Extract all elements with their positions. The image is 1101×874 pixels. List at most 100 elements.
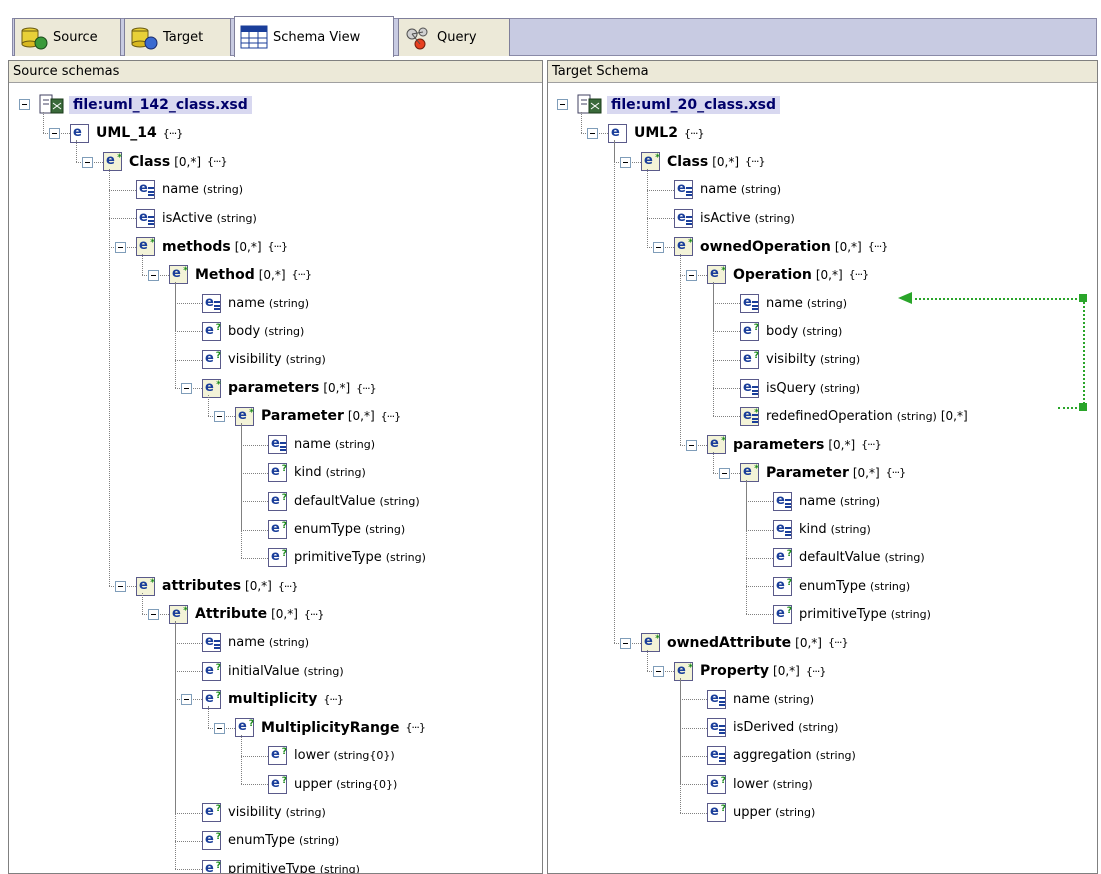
collapse-toggle-icon[interactable]	[181, 383, 192, 394]
tree-node[interactable]: e? body (string)	[740, 318, 842, 344]
collapse-toggle-icon[interactable]	[115, 581, 126, 593]
tab-source[interactable]: Source	[14, 18, 121, 56]
tree-node[interactable]: e * methods [0,*] {···}	[136, 234, 288, 260]
tree-node[interactable]: e * Class [0,*] {···}	[641, 149, 765, 175]
tree-node[interactable]: e kind (string)	[773, 517, 871, 543]
tree-node[interactable]: e? visibility (string)	[202, 800, 326, 826]
tree-node[interactable]: e isActive (string)	[136, 205, 257, 231]
optional-element-icon: e?	[268, 520, 287, 539]
optional-element-icon: e?	[268, 774, 287, 794]
node-name: Property	[700, 663, 770, 679]
tree-node[interactable]: e? defaultValue (string)	[268, 488, 420, 514]
schema-file-root[interactable]: file:uml_20_class.xsd	[575, 92, 781, 118]
mapping-link-top	[915, 298, 1085, 300]
collapse-toggle-icon[interactable]	[557, 99, 568, 110]
repeating-element-icon: e *	[641, 152, 660, 172]
tree-node[interactable]: e * Class [0,*] {···}	[103, 149, 227, 175]
collapse-toggle-icon[interactable]	[181, 694, 192, 706]
collapse-toggle-icon[interactable]	[620, 637, 631, 649]
tree-node[interactable]: e isActive (string)	[674, 205, 795, 231]
collapse-toggle-icon[interactable]	[148, 269, 159, 281]
collapse-toggle-icon[interactable]	[587, 128, 598, 140]
tree-node[interactable]: e name (string)	[268, 432, 375, 458]
tree-node[interactable]: e? lower (string)	[707, 771, 813, 797]
collapse-toggle-icon[interactable]	[719, 467, 730, 479]
tree-node[interactable]: e * Method [0,*] {···}	[169, 262, 312, 288]
tree-node[interactable]: e * Property [0,*] {···}	[674, 658, 826, 684]
tree-node[interactable]: e? multiplicity {···}	[202, 686, 344, 712]
repeating-element-icon: e *	[103, 152, 122, 172]
tree-connector	[175, 303, 202, 305]
tree-node[interactable]: e * attributes [0,*] {···}	[136, 573, 298, 599]
collapse-toggle-icon[interactable]	[653, 241, 664, 253]
collapse-toggle-icon[interactable]	[82, 156, 93, 168]
tree-node[interactable]: e UML_14 {···}	[70, 120, 183, 146]
tree-node[interactable]: e * Operation [0,*] {···}	[707, 262, 869, 288]
tab-target[interactable]: Target	[124, 18, 231, 56]
tree-node[interactable]: e * parameters [0,*] {···}	[707, 432, 882, 458]
tree-node[interactable]: e * Attribute [0,*] {···}	[169, 601, 324, 627]
tree-node[interactable]: e? primitiveType (string)	[268, 545, 426, 571]
tree-node[interactable]: e * parameters [0,*] {···}	[202, 375, 377, 401]
tree-node[interactable]: e UML2 {···}	[608, 120, 704, 146]
tree-node[interactable]: e? body (string)	[202, 318, 304, 344]
tree-node[interactable]: e isDerived (string)	[707, 715, 838, 741]
tree-node[interactable]: e * redefinedOperation (string) [0,*]	[740, 403, 968, 429]
tree-node[interactable]: e name (string)	[202, 630, 309, 656]
tree-node[interactable]: e? MultiplicityRange {···}	[235, 715, 426, 741]
collapse-toggle-icon[interactable]	[148, 609, 159, 621]
tree-node[interactable]: e? enumType (string)	[202, 828, 339, 854]
tree-node[interactable]: e? kind (string)	[268, 460, 366, 486]
optional-marker-icon: ?	[215, 860, 221, 871]
tree-node[interactable]: e name (string)	[740, 290, 847, 316]
simple-type-marker	[148, 187, 154, 197]
repeating-element-icon: e *	[202, 378, 221, 398]
tab-schema-view[interactable]: Schema View	[234, 16, 394, 57]
collapse-toggle-icon[interactable]	[214, 722, 225, 734]
tree-node[interactable]: e? primitiveType (string)	[202, 856, 360, 873]
tree-node[interactable]: e name (string)	[136, 177, 243, 203]
tree-node[interactable]: e name (string)	[707, 686, 814, 712]
tab-query[interactable]: Query	[398, 18, 510, 56]
tree-node[interactable]: e? upper (string{0})	[268, 771, 397, 797]
collapse-toggle-icon[interactable]	[620, 156, 631, 168]
mapping-link-vertical	[1083, 298, 1085, 408]
sequence-icon: {···}	[291, 268, 312, 282]
tree-node[interactable]: e aggregation (string)	[707, 743, 856, 769]
collapse-toggle-icon[interactable]	[49, 128, 60, 140]
collapse-toggle-icon[interactable]	[686, 439, 697, 451]
tree-node[interactable]: e * Parameter [0,*] {···}	[235, 403, 401, 429]
tree-connector	[647, 168, 648, 247]
optional-marker-icon: ?	[281, 549, 287, 560]
tree-node[interactable]: e? visibility (string)	[202, 347, 326, 373]
tree-node[interactable]: e? primitiveType (string)	[773, 601, 931, 627]
tree-node[interactable]: e? visibilty (string)	[740, 347, 860, 373]
node-type: (string)	[802, 324, 843, 338]
tree-node[interactable]: e * Parameter [0,*] {···}	[740, 460, 906, 486]
node-name: name	[733, 691, 770, 707]
link-handle-top[interactable]	[1079, 294, 1087, 302]
tree-node[interactable]: e * ownedAttribute [0,*] {···}	[641, 630, 848, 656]
schema-file-root[interactable]: file:uml_142_class.xsd	[37, 92, 252, 118]
link-handle-bottom[interactable]	[1079, 403, 1087, 411]
tree-node[interactable]: e name (string)	[773, 488, 880, 514]
tree-node[interactable]: e name (string)	[674, 177, 781, 203]
collapse-toggle-icon[interactable]	[115, 241, 126, 253]
tree-node[interactable]: e? enumType (string)	[773, 573, 910, 599]
collapse-toggle-icon[interactable]	[686, 269, 697, 281]
tree-node[interactable]: e? lower (string{0})	[268, 743, 395, 769]
optional-element-icon: e?	[268, 463, 287, 483]
sequence-icon: {···}	[867, 240, 888, 253]
tree-node[interactable]: e? upper (string)	[707, 800, 815, 826]
optional-element-icon: e?	[773, 548, 792, 568]
tab-target-label: Target	[163, 30, 204, 45]
tree-node[interactable]: e name (string)	[202, 290, 309, 316]
collapse-toggle-icon[interactable]	[19, 99, 30, 110]
collapse-toggle-icon[interactable]	[214, 411, 225, 423]
tree-node[interactable]: e? enumType (string)	[268, 517, 405, 543]
tree-node[interactable]: e? defaultValue (string)	[773, 545, 925, 571]
tree-node[interactable]: e * ownedOperation [0,*] {···}	[674, 234, 888, 260]
tree-node[interactable]: e? initialValue (string)	[202, 658, 344, 684]
tree-node[interactable]: e isQuery (string)	[740, 375, 860, 401]
collapse-toggle-icon[interactable]	[653, 666, 664, 677]
